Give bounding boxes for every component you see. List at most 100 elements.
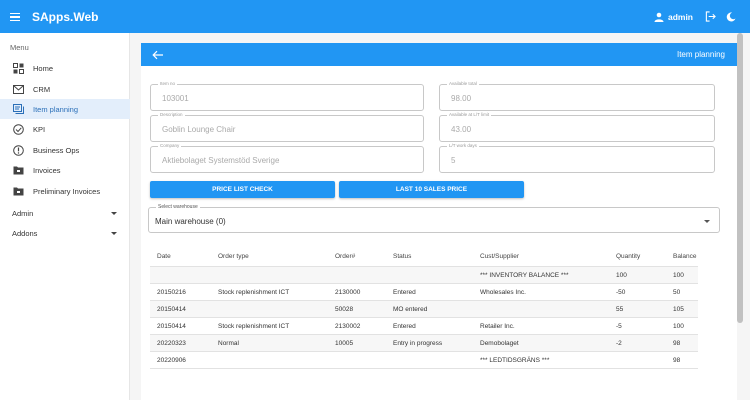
table-cell: 98 — [673, 357, 681, 364]
table-cell: 100 — [616, 272, 627, 279]
sidebar-item-label: Invoices — [33, 165, 61, 175]
table-cell: Stock replenishment ICT — [218, 289, 290, 296]
description-field[interactable]: Description Goblin Lounge Chair — [150, 112, 424, 142]
warehouse-select[interactable]: Select warehouse Main warehouse (0) — [148, 204, 720, 233]
field-value: 5 — [451, 156, 456, 165]
lt-work-days-field[interactable]: L/T work days 5 — [439, 143, 715, 173]
table-cell: 2130000 — [335, 289, 361, 296]
sidebar-item-invoices[interactable]: Invoices — [0, 160, 130, 180]
sidebar-item-kpi[interactable]: KPI — [0, 119, 130, 139]
logout-icon[interactable] — [705, 11, 716, 22]
table-cell: Entered — [393, 289, 416, 296]
sidebar-item-label: KPI — [33, 124, 46, 134]
table-cell: -50 — [616, 289, 626, 296]
column-header[interactable]: Status — [393, 253, 411, 260]
sidebar-item-preliminary-invoices[interactable]: Preliminary Invoices — [0, 181, 130, 201]
back-arrow-icon[interactable] — [152, 50, 164, 60]
column-header[interactable]: Date — [157, 253, 171, 260]
sidebar-group-admin[interactable]: Admin — [0, 204, 130, 222]
app-bar-actions: admin — [654, 11, 736, 22]
table-row[interactable]: 20150414 50028 MO entered 55 105 — [150, 301, 698, 318]
sidebar-item-label: Preliminary Invoices — [33, 186, 101, 196]
company-field[interactable]: Company Aktiebolaget Systemstöd Sverige — [150, 143, 424, 173]
table-cell: -5 — [616, 323, 622, 330]
table-cell: MO entered — [393, 306, 428, 313]
field-value: 98.00 — [451, 94, 472, 103]
table-cell: 105 — [673, 306, 684, 313]
price-list-check-button[interactable]: PRICE LIST CHECK — [150, 181, 335, 198]
field-label: Available at L/T limit — [447, 112, 492, 118]
table-cell: 50 — [673, 289, 681, 296]
check-circle-icon — [13, 123, 24, 135]
table-cell: 100 — [673, 272, 684, 279]
table-row[interactable]: 20150414 Stock replenishment ICT 2130002… — [150, 318, 698, 335]
table-cell: 20220906 — [157, 357, 186, 364]
sidebar-group-label: Addons — [12, 228, 38, 238]
table-cell: 55 — [616, 306, 624, 313]
home-icon — [13, 62, 24, 74]
column-header[interactable]: Order type — [218, 253, 249, 260]
field-label: Description — [158, 112, 185, 118]
table-row[interactable]: 20220323 Normal 10005 Entry in progress … — [150, 335, 698, 352]
sidebar-group-label: Admin — [12, 208, 34, 218]
field-label: L/T work days — [447, 143, 479, 149]
table-cell: Retailer Inc. — [480, 323, 515, 330]
sidebar-item-business-ops[interactable]: Business Ops — [0, 140, 130, 160]
table-row[interactable]: 20150216 Stock replenishment ICT 2130000… — [150, 284, 698, 301]
table-cell: Demobolaget — [480, 340, 519, 347]
table-cell: 20150216 — [157, 289, 186, 296]
sidebar-item-home[interactable]: Home — [0, 58, 130, 78]
table-cell: Entry in progress — [393, 340, 443, 347]
table-row[interactable]: 20220906 *** LEDTIDSGRÄNS *** 98 — [150, 352, 698, 369]
menu-icon[interactable] — [10, 12, 20, 21]
page-scrollbar[interactable] — [737, 33, 743, 323]
field-label: Available total — [447, 81, 479, 87]
column-header[interactable]: Order# — [335, 253, 355, 260]
table-row[interactable]: *** INVENTORY BALANCE *** 100 100 — [150, 267, 698, 284]
table-cell: *** LEDTIDSGRÄNS *** — [480, 357, 550, 364]
alert-circle-icon — [13, 144, 24, 156]
table-header-row: Date Order type Order# Status Cust/Suppl… — [150, 244, 698, 267]
field-value: 103001 — [162, 94, 189, 103]
item-no-field[interactable]: Item no 103001 — [150, 81, 424, 111]
column-header[interactable]: Balance — [673, 253, 697, 260]
sidebar-group-addons[interactable]: Addons — [0, 224, 130, 242]
dark-mode-icon[interactable] — [726, 11, 736, 22]
page-header: Item planning — [141, 43, 737, 66]
field-label: Item no — [158, 81, 178, 87]
table-cell: Normal — [218, 340, 239, 347]
sidebar-item-label: Business Ops — [33, 145, 80, 155]
user-name: admin — [667, 11, 693, 22]
user-icon — [654, 12, 664, 22]
table-cell: 20220323 — [157, 340, 186, 347]
table-cell: 2130002 — [335, 323, 361, 330]
sidebar: Menu Home CRM Item planning KPI Business… — [0, 33, 130, 400]
selected-value: Main warehouse (0) — [155, 217, 226, 226]
chevron-down-icon — [111, 211, 117, 215]
chevron-down-icon — [704, 220, 710, 223]
mail-icon — [13, 84, 24, 95]
table-cell: -2 — [616, 340, 622, 347]
table-cell: 20150414 — [157, 323, 186, 330]
sidebar-item-crm[interactable]: CRM — [0, 79, 130, 99]
field-value: 43.00 — [451, 125, 472, 134]
field-value: Goblin Lounge Chair — [162, 125, 236, 134]
column-header[interactable]: Quantity — [616, 253, 640, 260]
field-label: Select warehouse — [156, 204, 200, 210]
page-title: Item planning — [676, 50, 725, 59]
table-cell: 20150414 — [157, 306, 186, 313]
app-bar: SApps.Web admin — [0, 0, 750, 33]
sidebar-item-label: CRM — [33, 84, 51, 94]
available-lt-limit-field[interactable]: Available at L/T limit 43.00 — [439, 112, 715, 142]
app-title: SApps.Web — [32, 9, 99, 24]
last-10-sales-price-button[interactable]: LAST 10 SALES PRICE — [339, 181, 524, 198]
item-planning-icon — [13, 103, 24, 115]
sidebar-item-label: Item planning — [33, 104, 79, 114]
field-value: Aktiebolaget Systemstöd Sverige — [162, 156, 280, 165]
field-label: Company — [158, 143, 182, 149]
user-menu[interactable]: admin — [654, 12, 693, 22]
column-header[interactable]: Cust/Supplier — [480, 253, 519, 260]
inventory-table: Date Order type Order# Status Cust/Suppl… — [150, 244, 698, 369]
available-total-field[interactable]: Available total 98.00 — [439, 81, 715, 111]
sidebar-item-item-planning[interactable]: Item planning — [0, 99, 130, 119]
